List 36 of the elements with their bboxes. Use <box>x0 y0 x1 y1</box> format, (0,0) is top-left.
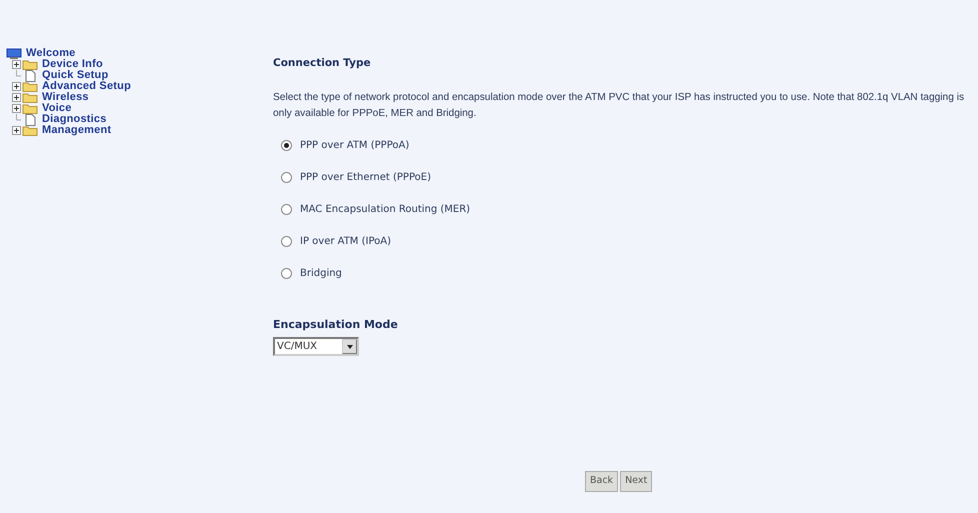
expand-icon[interactable] <box>12 93 21 102</box>
radio-label: PPP over Ethernet (PPPoE) <box>300 171 431 186</box>
expand-icon[interactable] <box>12 60 21 69</box>
encapsulation-select[interactable]: VC/MUX <box>273 337 359 356</box>
caret-icon <box>346 344 352 349</box>
computer-icon <box>6 48 22 60</box>
radio-label: Bridging <box>300 267 342 282</box>
tree-item[interactable]: Device Info <box>42 59 103 70</box>
folder-icon <box>22 103 38 114</box>
folder-icon <box>22 59 38 70</box>
folder-icon <box>22 81 38 92</box>
radio-button[interactable] <box>281 236 292 248</box>
expand-icon[interactable] <box>12 82 21 91</box>
description-text: Select the type of network protocol and encapsulation mode over the ATM PVC that your ISP has instructed you to use. Note that 802.1q VLAN tagging is only available for PPPoE, MER and Bridging. <box>273 90 966 121</box>
radio-label: PPP over ATM (PPPoA) <box>300 139 410 154</box>
radio-button[interactable] <box>281 140 292 152</box>
radio-button[interactable] <box>281 268 292 280</box>
action-button[interactable]: Next <box>620 471 652 492</box>
tree-item[interactable]: Wireless <box>42 92 89 103</box>
radio-button[interactable] <box>281 172 292 184</box>
tree-item[interactable]: Diagnostics <box>42 114 107 125</box>
folder-icon <box>22 92 38 103</box>
radio-button[interactable] <box>281 204 292 216</box>
radio-label: MAC Encapsulation Routing (MER) <box>300 203 470 218</box>
field-label: Encapsulation Mode <box>273 316 399 333</box>
tree-item[interactable]: Voice <box>42 103 72 114</box>
radio-label: IP over ATM (IPoA) <box>300 235 392 250</box>
tree-item[interactable]: Quick Setup <box>42 70 108 81</box>
tree-item[interactable]: Advanced Setup <box>42 81 131 92</box>
folder-icon <box>22 125 38 136</box>
tree-item[interactable]: Management <box>42 125 112 136</box>
expand-icon[interactable] <box>12 126 21 135</box>
tree-item[interactable]: Welcome <box>26 48 76 59</box>
expand-icon[interactable] <box>12 104 21 113</box>
action-button[interactable]: Back <box>585 471 618 492</box>
section-title: Connection Type <box>273 56 372 71</box>
